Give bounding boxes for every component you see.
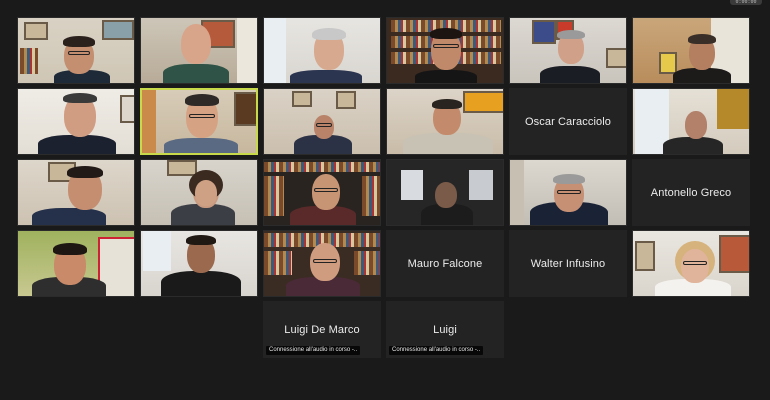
- video-tile[interactable]: [632, 88, 750, 155]
- video-tile[interactable]: [140, 159, 258, 226]
- video-tile[interactable]: [632, 17, 750, 84]
- video-tile[interactable]: [140, 230, 258, 297]
- video-tile[interactable]: [263, 159, 381, 226]
- video-tile[interactable]: [509, 17, 627, 84]
- video-tile-active-speaker[interactable]: [140, 88, 258, 155]
- video-off-tile[interactable]: Antonello Greco: [632, 159, 750, 226]
- video-tile[interactable]: [17, 88, 135, 155]
- video-tile[interactable]: [263, 17, 381, 84]
- video-tile[interactable]: [263, 230, 381, 297]
- video-off-tile[interactable]: Luigi Connessione all'audio in corso -..: [386, 301, 504, 358]
- participant-name: Walter Infusino: [530, 257, 606, 270]
- participant-name: Luigi De Marco: [284, 323, 360, 336]
- participant-name: Luigi: [433, 323, 457, 336]
- video-off-tile[interactable]: Mauro Falcone: [386, 230, 504, 297]
- video-tile[interactable]: [386, 159, 504, 226]
- participant-name: Antonello Greco: [650, 186, 732, 199]
- video-tile[interactable]: [263, 88, 381, 155]
- audio-connecting-status: Connessione all'audio in corso -..: [389, 346, 484, 355]
- video-tile[interactable]: [509, 159, 627, 226]
- video-off-tile[interactable]: Walter Infusino: [509, 230, 627, 297]
- video-off-tile[interactable]: Oscar Caracciolo: [509, 88, 627, 155]
- video-tile[interactable]: [386, 88, 504, 155]
- video-off-tile[interactable]: Luigi De Marco Connessione all'audio in …: [263, 301, 381, 358]
- gallery-view-grid: Oscar Caracciolo Antonello Greco Mauro F…: [17, 17, 750, 358]
- video-tile[interactable]: [140, 17, 258, 84]
- participant-name: Mauro Falcone: [407, 257, 483, 270]
- video-tile[interactable]: [386, 17, 504, 84]
- video-tile[interactable]: [17, 17, 135, 84]
- audio-connecting-status: Connessione all'audio in corso -..: [266, 346, 361, 355]
- video-tile[interactable]: [17, 159, 135, 226]
- video-tile[interactable]: [632, 230, 750, 297]
- meeting-timer-badge: 0:00:00: [730, 0, 762, 5]
- video-tile[interactable]: [17, 230, 135, 297]
- participant-name: Oscar Caracciolo: [525, 115, 611, 128]
